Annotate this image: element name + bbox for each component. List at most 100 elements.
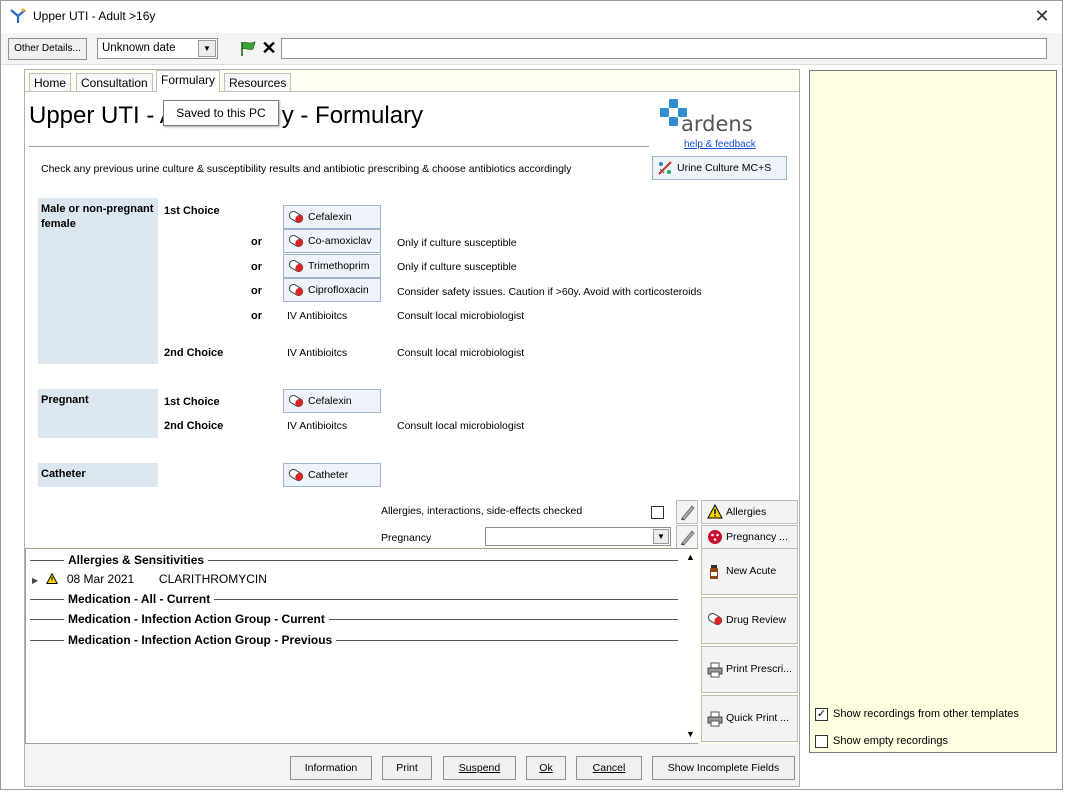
drug-review-label: Drug Review [726,614,787,626]
scroll-up-icon[interactable]: ▲ [683,550,698,565]
section-label: Medication - All - Current [64,592,215,606]
allergies-checked-checkbox[interactable] [651,506,664,519]
tab-consultation[interactable]: Consultation [76,73,153,92]
pregnancy-button[interactable]: Pregnancy ... [701,525,798,549]
suspend-button[interactable]: Suspend [443,756,516,780]
trimethoprim-button[interactable]: Trimethoprim [283,254,381,278]
capsule-icon [288,235,304,247]
ciprofloxacin-label: Ciprofloxacin [308,284,369,296]
allergy-date: 08 Mar 2021 [66,572,135,586]
allergies-checked-label: Allergies, interactions, side-effects ch… [381,505,583,517]
capsule-icon [288,469,304,481]
list-scrollbar[interactable]: ▲ ▼ [683,549,698,743]
other-details-button[interactable]: Other Details... [8,38,87,60]
section-allergies: Allergies & Sensitivities [30,553,678,567]
show-empty-label: Show empty recordings [833,735,948,747]
cancel-button[interactable]: Cancel [576,756,642,780]
cefalexin-button[interactable]: Cefalexin [283,205,381,229]
formulary-content: Upper UTI - Ac y - Formulary ardens help … [25,91,799,549]
or-label: or [251,236,262,248]
drug-review-button[interactable]: Drug Review [701,597,798,644]
iv-antibiotics-text: IV Antibioitcs [287,420,348,432]
consult-note: Consult local microbiologist [397,310,525,322]
print-prescription-button[interactable]: Print Prescri... [701,646,798,693]
or-label: or [251,310,262,322]
show-empty-checkbox[interactable] [815,735,828,748]
pencil-icon[interactable] [676,500,698,524]
tab-formulary[interactable]: Formulary [156,70,221,92]
trimethoprim-note: Only if culture susceptible [397,261,517,273]
allergies-button[interactable]: Allergies [701,500,798,524]
show-incomplete-fields-button[interactable]: Show Incomplete Fields [652,756,795,780]
date-select[interactable]: Unknown date ▼ [97,38,218,59]
show-other-templates-checkbox[interactable]: ✓ [815,708,828,721]
or-label: or [251,285,262,297]
cefalexin-label: Cefalexin [308,211,352,223]
printer-icon [707,662,723,678]
capsule-icon [288,284,304,296]
capsule-icon [288,395,304,407]
capsule-icon [288,211,304,223]
iv-antibiotics-text: IV Antibioitcs [287,310,348,322]
allergies-label: Allergies [726,506,767,518]
group-catheter: Catheter [38,463,158,487]
clear-x-icon[interactable]: ✕ [260,39,278,57]
coamoxiclav-note: Only if culture susceptible [397,237,517,249]
second-choice-label: 2nd Choice [164,420,224,432]
free-text-input[interactable] [281,38,1047,59]
section-medication-all: Medication - All - Current [30,592,678,606]
pencil-icon[interactable] [676,525,698,549]
iv-antibiotics-text: IV Antibioitcs [287,347,348,359]
urine-culture-button[interactable]: Urine Culture MC+S [652,156,787,180]
title-divider [29,146,649,147]
print-button[interactable]: Print [382,756,432,780]
print-prescription-label: Print Prescri... [726,663,792,675]
ciprofloxacin-button[interactable]: Ciprofloxacin [283,278,381,302]
quick-print-button[interactable]: Quick Print ... [701,695,798,742]
recordings-list[interactable]: Allergies & Sensitivities ▶ 08 Mar 2021 … [25,548,698,744]
cefalexin-pregnant-button[interactable]: Cefalexin [283,389,381,413]
pregnancy-icon [708,530,722,544]
consult-note: Consult local microbiologist [397,420,525,432]
consult-note: Consult local microbiologist [397,347,525,359]
chevron-down-icon[interactable]: ▼ [653,529,669,544]
saved-tooltip: Saved to this PC [163,100,279,126]
tab-resources[interactable]: Resources [224,73,292,92]
close-icon[interactable]: ✕ [1032,6,1052,26]
date-value: Unknown date [102,42,176,54]
medicine-bottle-icon [710,565,718,579]
ok-button[interactable]: Ok [526,756,566,780]
help-feedback-link[interactable]: help & feedback [684,139,756,150]
information-button[interactable]: Information [290,756,372,780]
tab-home[interactable]: Home [29,73,72,92]
instruction-text: Check any previous urine culture & susce… [41,163,572,175]
pregnancy-button-label: Pregnancy ... [726,531,788,543]
warning-icon [707,504,723,519]
expand-arrow-icon[interactable]: ▶ [32,576,38,585]
urine-culture-label: Urine Culture MC+S [677,162,772,174]
template-window: Upper UTI - Adult >16y ✕ Other Details..… [0,0,1063,790]
app-logo-icon [10,8,26,23]
pregnancy-select[interactable]: ▼ [485,527,671,546]
ciprofloxacin-note: Consider safety issues. Caution if >60y.… [397,286,702,298]
window-title: Upper UTI - Adult >16y [33,9,156,23]
catheter-button[interactable]: Catheter [283,463,381,487]
or-label: or [251,261,262,273]
scroll-down-icon[interactable]: ▼ [683,727,698,742]
second-choice-label: 2nd Choice [164,347,224,359]
first-choice-label: 1st Choice [164,396,220,408]
coamoxiclav-label: Co-amoxiclav [308,235,372,247]
section-iag-current: Medication - Infection Action Group - Cu… [30,612,678,626]
allergy-row[interactable]: ▶ 08 Mar 2021 CLARITHROMYCIN [32,572,267,588]
allergy-name: CLARITHROMYCIN [158,572,267,586]
trimethoprim-label: Trimethoprim [308,260,370,272]
green-flag-icon[interactable] [239,41,257,57]
show-other-templates-label: Show recordings from other templates [833,708,1019,720]
title-bar: Upper UTI - Adult >16y ✕ [1,1,1062,33]
section-iag-previous: Medication - Infection Action Group - Pr… [30,633,678,647]
chevron-down-icon[interactable]: ▼ [198,40,216,57]
section-label: Medication - Infection Action Group - Pr… [64,633,337,647]
group-male-nonpregnant: Male or non-pregnant female [38,198,158,364]
coamoxiclav-button[interactable]: Co-amoxiclav [283,229,381,253]
new-acute-button[interactable]: New Acute [701,548,798,595]
